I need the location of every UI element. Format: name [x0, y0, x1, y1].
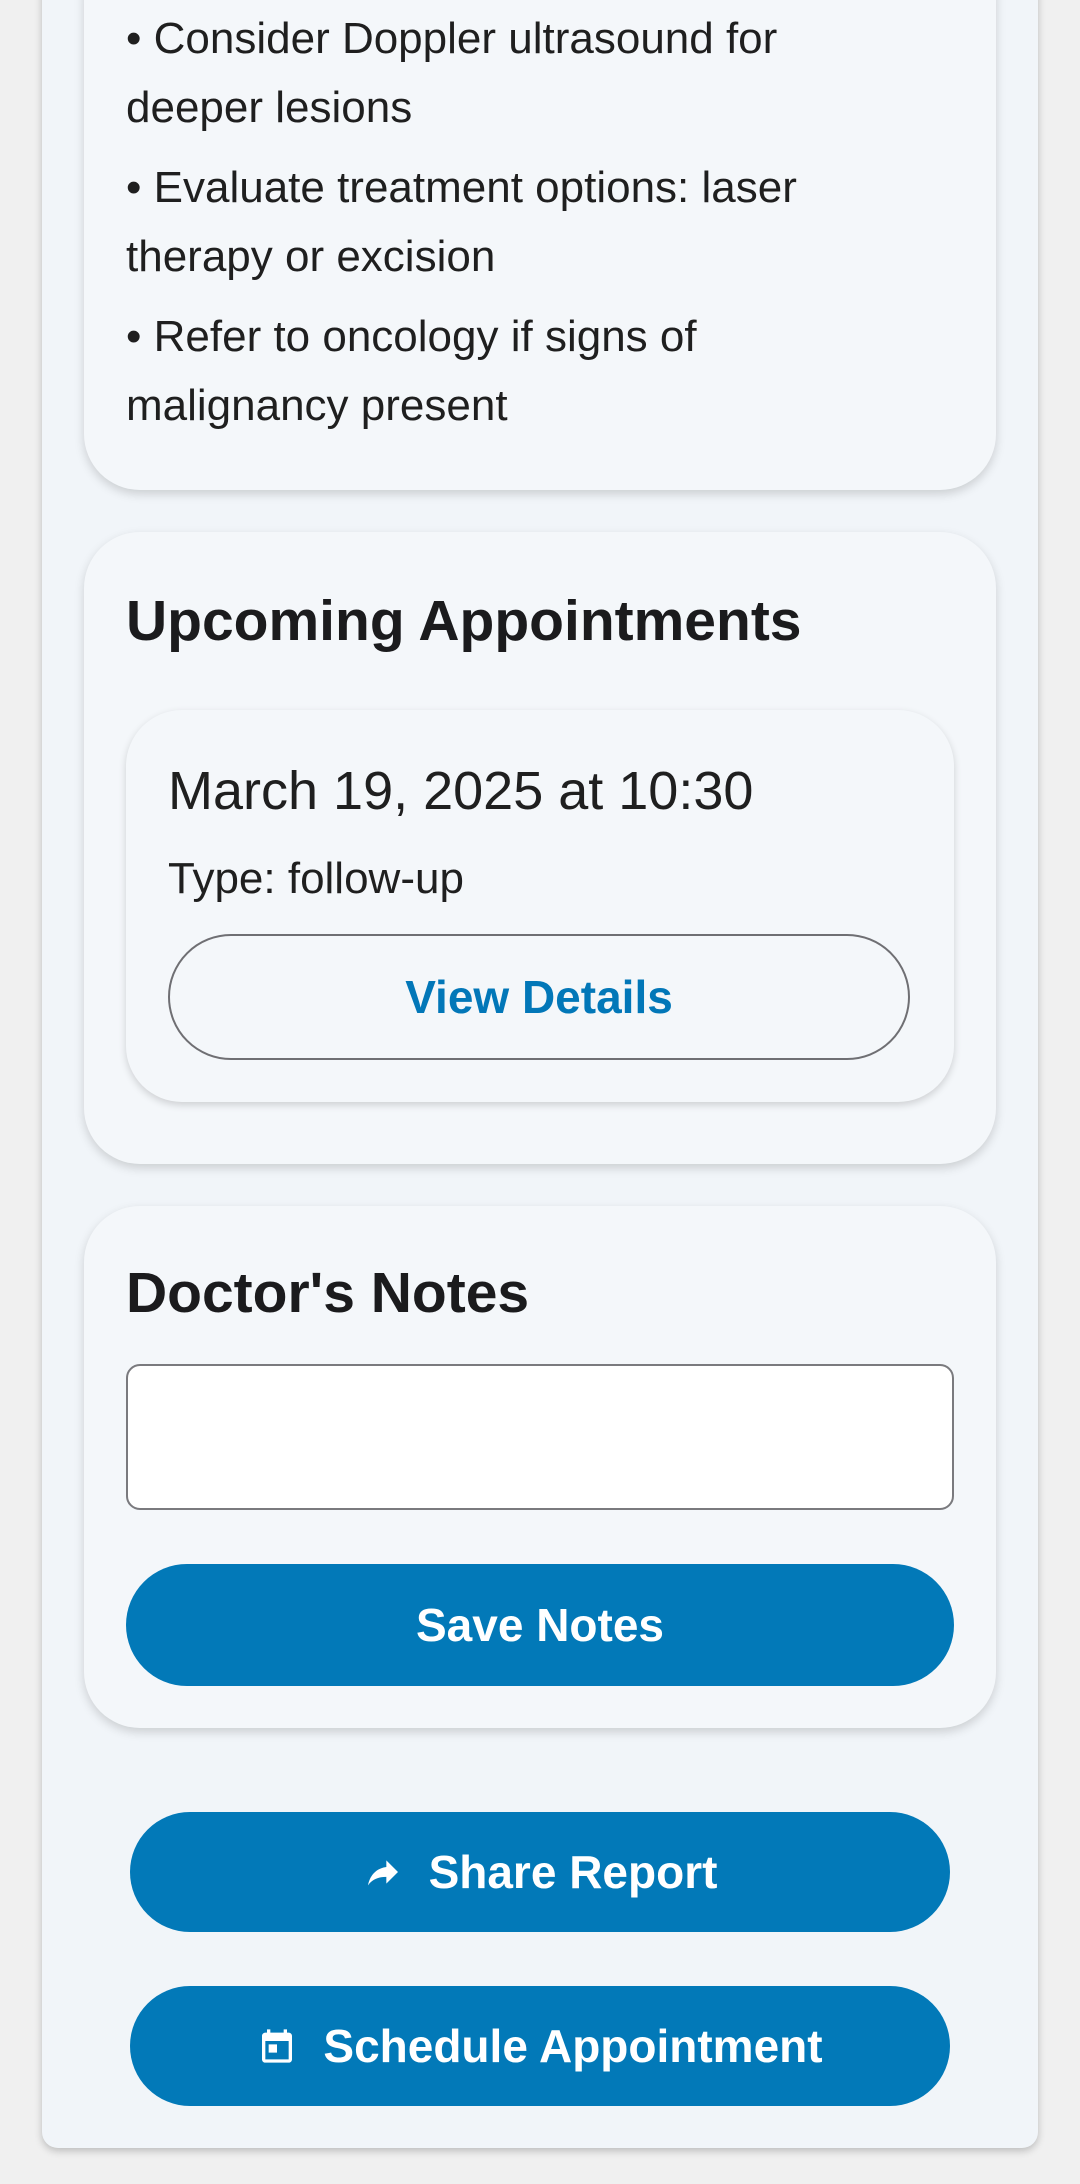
doctors-notes-card: Doctor's Notes Save Notes: [84, 1206, 996, 1728]
calendar-icon: [257, 2026, 297, 2066]
recommendation-item: • Refer to oncology if signs of malignan…: [126, 302, 926, 440]
save-notes-button[interactable]: Save Notes: [126, 1564, 954, 1686]
share-report-label: Share Report: [428, 1846, 718, 1898]
recommendation-text: • Evaluate treatment options: laser: [126, 163, 797, 212]
recommendation-text: deeper lesions: [126, 83, 413, 132]
appointment-item: March 19, 2025 at 10:30 Type: follow-up …: [126, 710, 954, 1102]
appointments-card: Upcoming Appointments March 19, 2025 at …: [84, 532, 996, 1164]
view-details-button[interactable]: View Details: [168, 934, 910, 1060]
schedule-appointment-label: Schedule Appointment: [323, 2020, 823, 2072]
recommendation-item: • Consider Doppler ultrasound for deeper…: [126, 4, 926, 142]
recommendations-card: • Consider Doppler ultrasound for deeper…: [84, 0, 996, 490]
recommendation-text: • Consider Doppler ultrasound for: [126, 14, 778, 63]
schedule-appointment-button[interactable]: Schedule Appointment: [130, 1986, 950, 2106]
appointments-title: Upcoming Appointments: [126, 589, 802, 653]
share-report-button[interactable]: Share Report: [130, 1812, 950, 1932]
recommendation-text: therapy or excision: [126, 232, 496, 281]
recommendation-text: • Refer to oncology if signs of: [126, 312, 697, 361]
share-arrow-icon: [363, 1852, 403, 1892]
appointment-type: Type: follow-up: [168, 854, 464, 903]
doctors-notes-input[interactable]: [126, 1364, 954, 1510]
appointment-date: March 19, 2025 at 10:30: [168, 761, 754, 821]
recommendation-text: malignancy present: [126, 381, 508, 430]
recommendation-item: • Evaluate treatment options: laser ther…: [126, 153, 926, 291]
doctors-notes-title: Doctor's Notes: [126, 1261, 530, 1325]
